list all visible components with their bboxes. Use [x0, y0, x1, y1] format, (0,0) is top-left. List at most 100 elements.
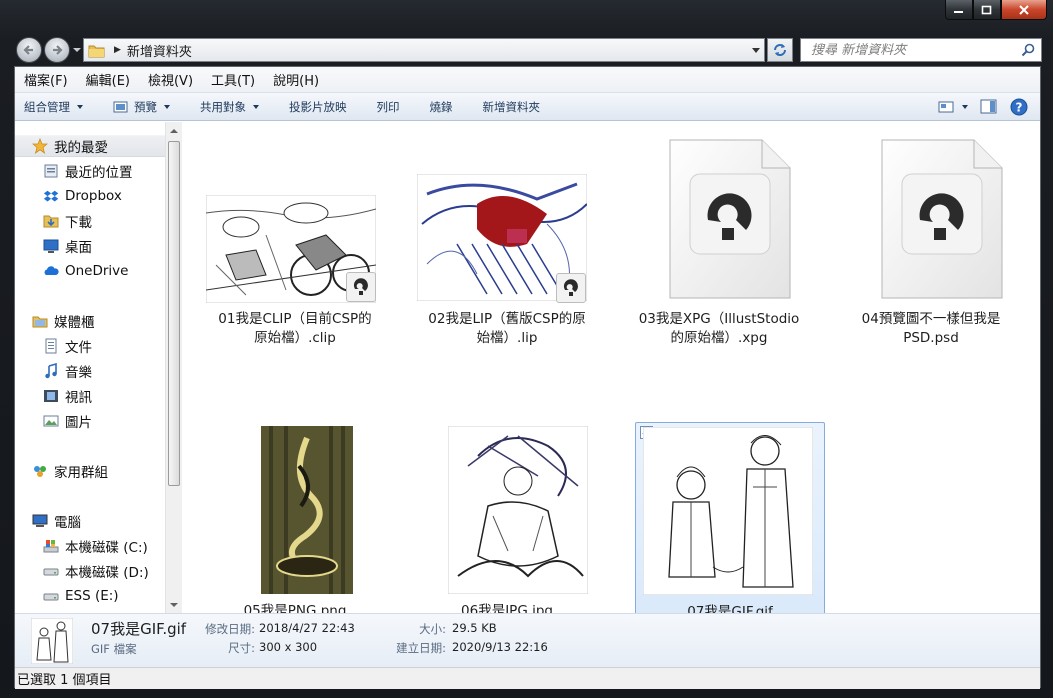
- status-text: 已選取 1 個項目: [17, 673, 112, 688]
- nav-item-drive-e[interactable]: ESS (E:): [15, 585, 119, 607]
- scroll-up-icon[interactable]: [170, 129, 178, 133]
- chevron-down-icon: [164, 104, 170, 109]
- nav-item-desktop[interactable]: 桌面: [15, 235, 92, 257]
- nav-item-documents[interactable]: 文件: [15, 335, 92, 357]
- file-name-line1: 03我是XPG（IllustStodio: [638, 311, 800, 327]
- nav-item-drive-d[interactable]: 本機磁碟 (D:): [15, 560, 149, 582]
- file-item-selected[interactable]: 07我是GIF.gif: [635, 422, 825, 624]
- nav-item-label: 下載: [65, 215, 92, 231]
- menu-tools[interactable]: 工具(T): [209, 68, 257, 91]
- forward-button[interactable]: [44, 37, 70, 63]
- nav-item-drive-c[interactable]: 本機磁碟 (C:): [15, 535, 148, 557]
- details-pane: 07我是GIF.gif GIF 檔案 修改日期: 2018/4/27 22:43…: [15, 613, 1040, 667]
- chevron-down-icon: [253, 104, 259, 109]
- file-item[interactable]: 05我是PNG.png: [200, 418, 390, 620]
- command-bar: 組合管理 預覽 共用對象 投影片放映 列印 燒錄 新增資料夾 ?: [15, 93, 1040, 121]
- file-name-line1: 01我是CLIP（目前CSP的: [218, 311, 372, 327]
- desktop-icon: [43, 238, 59, 254]
- address-bar[interactable]: ▶ 新增資料夾: [83, 38, 765, 62]
- scrollbar-thumb[interactable]: [168, 141, 180, 486]
- menu-view[interactable]: 檢視(V): [146, 68, 195, 91]
- generic-file-icon: [881, 139, 1003, 299]
- burn-label: 燒錄: [429, 99, 453, 114]
- new-folder-button[interactable]: 新增資料夾: [483, 99, 541, 115]
- file-name-line2: 原始檔）.clip: [254, 330, 336, 346]
- search-input[interactable]: [811, 42, 1023, 58]
- file-name-line2: PSD.psd: [903, 330, 959, 346]
- nav-item-onedrive[interactable]: OneDrive: [15, 260, 128, 282]
- menu-file[interactable]: 檔案(F): [22, 68, 70, 91]
- search-icon[interactable]: [1021, 43, 1035, 57]
- nav-item-label: OneDrive: [65, 263, 129, 279]
- breadcrumb-separator-icon[interactable]: ▶: [114, 45, 121, 55]
- size-label: 大小:: [419, 622, 446, 636]
- recent-places-icon: [43, 163, 59, 179]
- menu-help[interactable]: 說明(H): [271, 68, 321, 91]
- preview-button[interactable]: 預覽: [113, 99, 170, 115]
- help-icon[interactable]: ?: [1010, 98, 1028, 116]
- video-icon: [43, 388, 59, 404]
- view-options-icon: [938, 101, 954, 113]
- nav-favorites[interactable]: 我的最愛: [15, 135, 165, 157]
- file-item[interactable]: 02我是LIP（舊版CSP的原 始檔）.lip: [412, 174, 602, 394]
- nav-libraries[interactable]: 媒體櫃: [15, 310, 95, 332]
- nav-computer[interactable]: 電腦: [15, 510, 81, 532]
- details-file-type: GIF 檔案: [91, 642, 137, 656]
- navigation-scrollbar[interactable]: [165, 122, 182, 613]
- music-icon: [43, 363, 59, 379]
- breadcrumb-current-folder[interactable]: 新增資料夾: [127, 41, 192, 60]
- burn-button[interactable]: 燒錄: [430, 99, 453, 115]
- maximize-button[interactable]: [973, 0, 1001, 20]
- search-box[interactable]: [800, 38, 1042, 62]
- nav-item-pictures[interactable]: 圖片: [15, 410, 92, 432]
- nav-item-label: 本機磁碟 (C:): [65, 540, 148, 556]
- address-dropdown-icon[interactable]: [752, 48, 760, 53]
- nav-item-label: 本機磁碟 (D:): [65, 565, 149, 581]
- dimensions-label: 尺寸:: [228, 641, 255, 655]
- drive-icon: [43, 588, 59, 604]
- details-thumbnail: [31, 618, 73, 664]
- created-label: 建立日期:: [396, 641, 446, 655]
- file-thumbnail: [261, 426, 353, 594]
- slideshow-button[interactable]: 投影片放映: [289, 99, 347, 115]
- nav-item-downloads[interactable]: 下載: [15, 210, 92, 232]
- nav-item-label: 圖片: [65, 415, 92, 431]
- minimize-icon: [954, 10, 963, 13]
- generic-file-icon: [669, 139, 791, 299]
- minimize-button[interactable]: [945, 0, 973, 20]
- computer-icon: [32, 513, 48, 529]
- recent-pages-dropdown[interactable]: [73, 48, 81, 52]
- file-item[interactable]: 04預覽圖不一樣但我是 PSD.psd: [836, 139, 1026, 394]
- refresh-button[interactable]: [767, 38, 793, 62]
- library-icon: [32, 313, 48, 329]
- nav-homegroup-label: 家用群組: [54, 465, 108, 481]
- share-label: 共用對象: [200, 99, 246, 114]
- print-button[interactable]: 列印: [377, 99, 400, 115]
- nav-item-recent[interactable]: 最近的位置: [15, 160, 133, 182]
- preview-pane-toggle-icon[interactable]: [980, 99, 998, 115]
- change-view-button[interactable]: [938, 100, 968, 114]
- file-list: 01我是CLIP（目前CSP的 原始檔）.clip 02我是LIP（舊版CSP的…: [182, 122, 1040, 624]
- nav-homegroup[interactable]: 家用群組: [15, 460, 108, 482]
- size-value: 29.5 KB: [452, 621, 497, 635]
- created-value: 2020/9/13 22:16: [452, 640, 548, 654]
- nav-item-music[interactable]: 音樂: [15, 360, 92, 382]
- nav-item-videos[interactable]: 視訊: [15, 385, 92, 407]
- file-item[interactable]: 03我是XPG（IllustStodio 的原始檔）.xpg: [624, 139, 814, 394]
- clip-studio-logo-icon: [556, 273, 586, 303]
- maximize-icon: [981, 5, 992, 14]
- nav-item-dropbox[interactable]: Dropbox: [15, 185, 122, 207]
- close-button[interactable]: [1001, 0, 1047, 20]
- downloads-folder-icon: [43, 213, 59, 229]
- forward-arrow-icon: [53, 45, 63, 55]
- print-label: 列印: [376, 99, 400, 114]
- organize-button[interactable]: 組合管理: [24, 99, 83, 115]
- menu-edit[interactable]: 編輯(E): [84, 68, 132, 91]
- file-item[interactable]: 06我是JPG.jpg: [412, 418, 602, 620]
- back-button[interactable]: [16, 37, 42, 63]
- scroll-down-icon[interactable]: [170, 603, 178, 607]
- documents-icon: [43, 338, 59, 354]
- share-button[interactable]: 共用對象: [200, 99, 259, 115]
- file-item[interactable]: 01我是CLIP（目前CSP的 原始檔）.clip: [200, 192, 390, 394]
- system-drive-icon: [43, 538, 59, 554]
